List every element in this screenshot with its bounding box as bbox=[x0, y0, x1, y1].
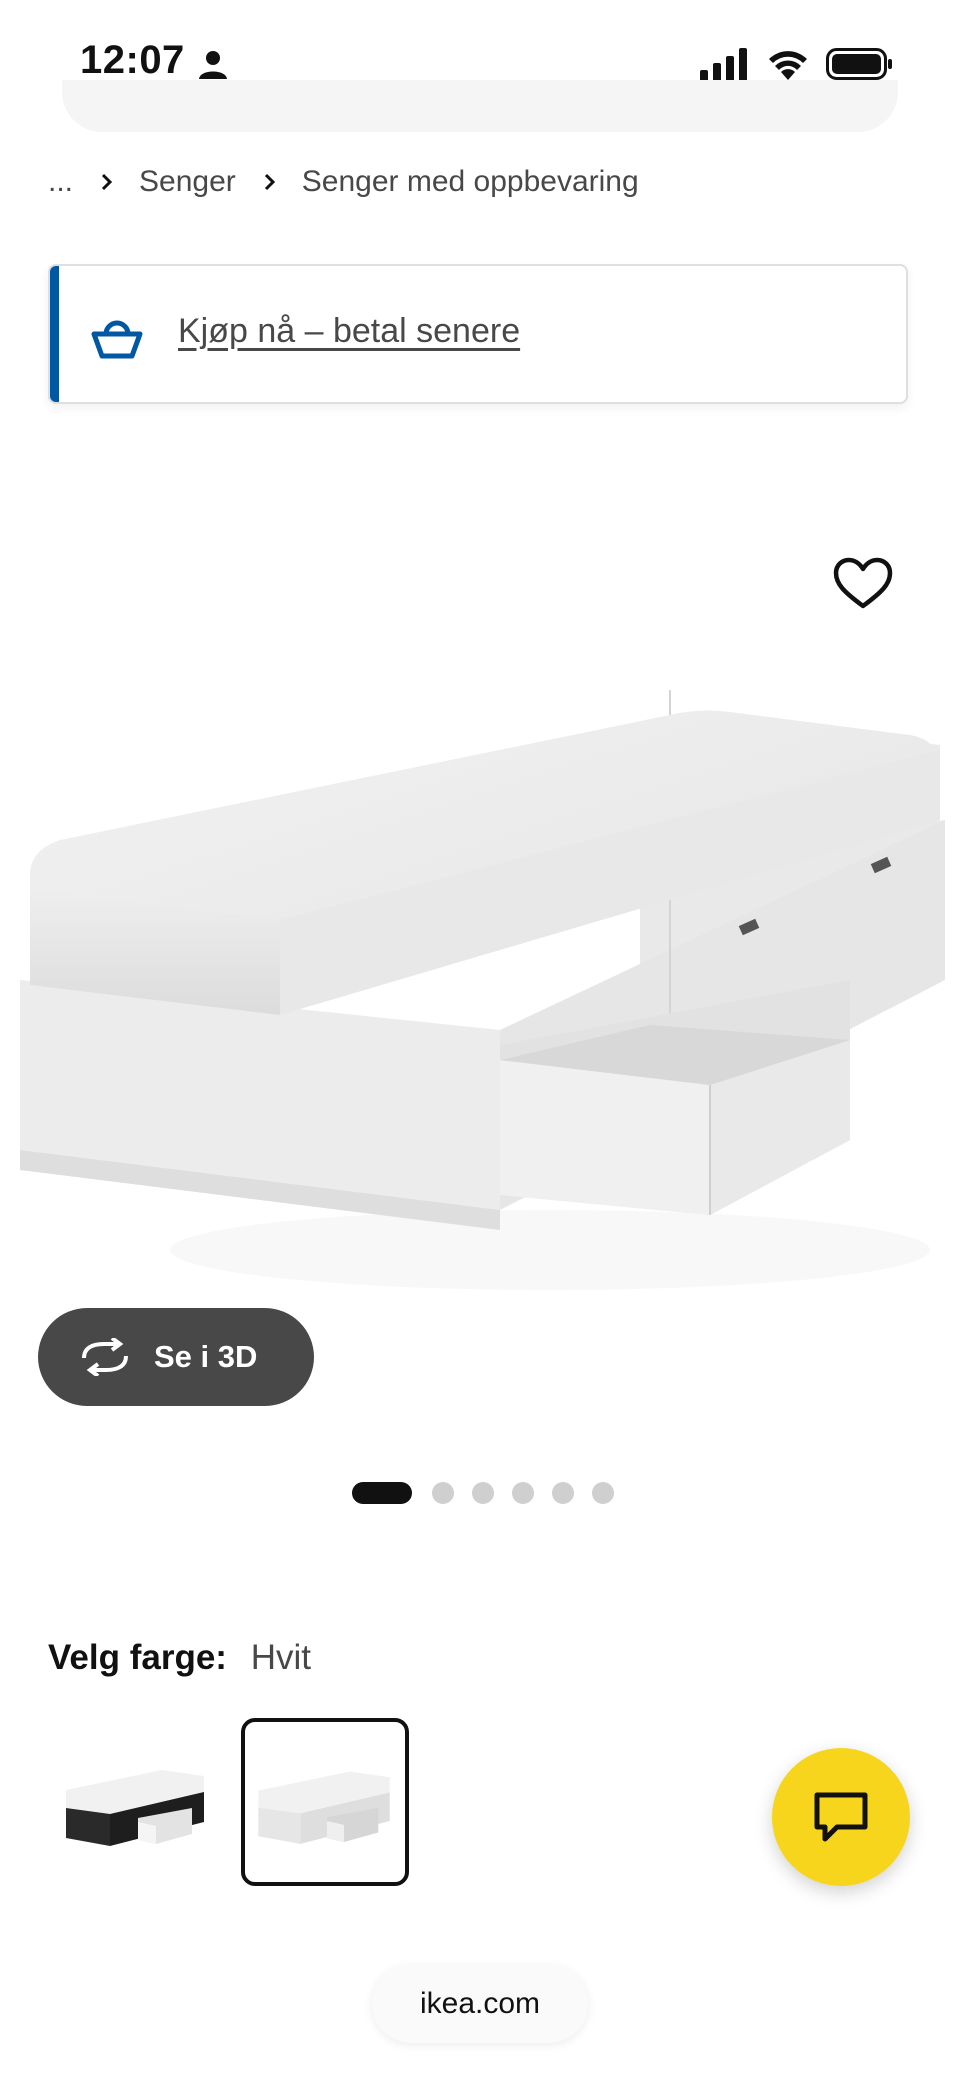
wifi-icon bbox=[769, 51, 807, 80]
status-time: 12:07 bbox=[80, 38, 185, 82]
chat-bubble-icon bbox=[814, 1792, 868, 1842]
color-selected-value: Hvit bbox=[250, 1638, 311, 1677]
view-3d-button[interactable]: Se i 3D bbox=[38, 1308, 314, 1406]
color-option-white[interactable] bbox=[241, 1718, 409, 1886]
carousel-dot[interactable] bbox=[592, 1482, 614, 1504]
pay-later-banner: Kjøp nå – betal senere bbox=[48, 264, 908, 404]
white-bed-thumbnail bbox=[258, 1771, 390, 1844]
breadcrumb: ... Senger Senger med oppbevaring bbox=[48, 160, 639, 204]
rotate-3d-icon bbox=[82, 1338, 128, 1376]
color-option-black[interactable] bbox=[52, 1718, 220, 1886]
banner-accent bbox=[50, 266, 59, 402]
carousel-dot[interactable] bbox=[512, 1482, 534, 1504]
browser-url-pill[interactable]: ikea.com bbox=[372, 1965, 588, 2043]
black-bed-thumbnail bbox=[66, 1770, 204, 1846]
carousel-dot-active[interactable] bbox=[352, 1482, 412, 1504]
view-3d-label: Se i 3D bbox=[154, 1339, 258, 1374]
signal-icon bbox=[700, 48, 747, 82]
pay-later-link[interactable]: Kjøp nå – betal senere bbox=[178, 312, 520, 351]
carousel-dot[interactable] bbox=[432, 1482, 454, 1504]
breadcrumb-senger[interactable]: Senger bbox=[139, 165, 236, 199]
search-bar-edge[interactable] bbox=[62, 80, 898, 132]
person-icon bbox=[199, 51, 227, 79]
heart-icon[interactable] bbox=[832, 556, 894, 612]
breadcrumb-ellipsis[interactable]: ... bbox=[48, 165, 73, 199]
chevron-right-icon bbox=[264, 173, 275, 191]
carousel-indicator bbox=[352, 1482, 632, 1504]
chevron-right-icon bbox=[101, 173, 113, 191]
breadcrumb-current[interactable]: Senger med oppbevaring bbox=[302, 165, 639, 199]
color-selector-heading: Velg farge: Hvit bbox=[48, 1638, 311, 1678]
carousel-dot[interactable] bbox=[552, 1482, 574, 1504]
basket-icon bbox=[91, 320, 143, 359]
carousel-dot[interactable] bbox=[472, 1482, 494, 1504]
chat-button[interactable] bbox=[772, 1748, 910, 1886]
color-label: Velg farge: bbox=[48, 1638, 227, 1677]
battery-icon bbox=[826, 48, 892, 80]
product-image[interactable] bbox=[10, 690, 950, 1340]
